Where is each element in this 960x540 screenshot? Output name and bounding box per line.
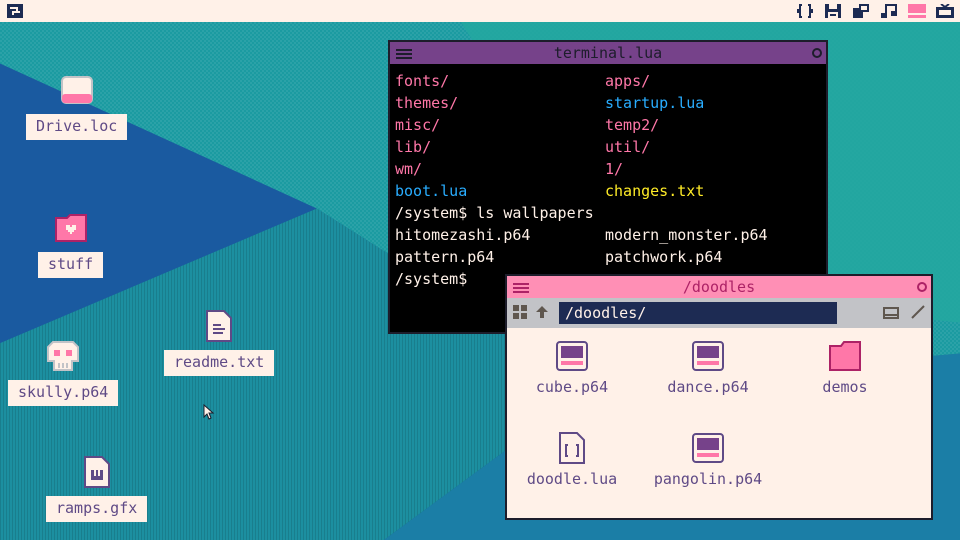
terminal-text: startup.lua (605, 94, 705, 112)
file-label: dance.p64 (667, 378, 749, 396)
terminal-text: lib/ (395, 138, 432, 156)
lua-file-icon (555, 432, 589, 464)
desktop-item-ramps[interactable]: ramps.gfx (46, 456, 148, 522)
terminal-titlebar[interactable]: terminal.lua (390, 42, 826, 64)
terminal-text: changes.txt (605, 182, 705, 200)
terminal-text: 1/ (605, 160, 624, 178)
terminal-text: themes/ (395, 94, 459, 112)
file-item-demos[interactable]: demos (785, 340, 905, 396)
path-input[interactable] (559, 302, 837, 324)
tv-icon[interactable] (936, 3, 954, 19)
terminal-line: pattern.p64 patchwork.p64 (395, 246, 821, 268)
filenav-toolbar (507, 298, 931, 328)
file-item-dance[interactable]: dance.p64 (648, 340, 768, 396)
windows-icon[interactable] (852, 3, 870, 19)
file-label: pangolin.p64 (653, 470, 763, 488)
desktop-item-skully[interactable]: skully.p64 (8, 340, 119, 406)
terminal-text: hitomezashi.p64 (395, 226, 531, 244)
desktop-item-drive[interactable]: Drive.loc (26, 74, 128, 140)
terminal-text: patchwork.p64 (605, 248, 723, 266)
file-item-doodle[interactable]: doodle.lua (512, 432, 632, 488)
terminal-line: lib/util/ (395, 136, 821, 158)
file-item-pangolin[interactable]: pangolin.p64 (648, 432, 768, 488)
terminal-line: boot.lua changes.txt (395, 180, 821, 202)
terminal-text: temp2/ (605, 116, 660, 134)
terminal-text: misc/ (395, 116, 441, 134)
cart-icon (691, 340, 725, 372)
terminal-text: boot.lua (395, 182, 468, 200)
skull-icon (47, 340, 80, 372)
terminal-line: themes/startup.lua (395, 92, 821, 114)
save-icon[interactable] (824, 3, 842, 19)
file-grid: cube.p64 dance.p64 demos doodle.lua pang… (507, 328, 931, 518)
file-navigator-window[interactable]: /doodles cube.p64 (505, 274, 933, 520)
desktop-item-label: ramps.gfx (46, 496, 148, 522)
window-title: terminal.lua (553, 44, 663, 62)
hamburger-menu-icon[interactable] (513, 280, 529, 298)
file-label: doodle.lua (526, 470, 618, 488)
text-file-icon (203, 310, 235, 342)
pencil-icon[interactable] (911, 304, 925, 323)
parent-folder-icon[interactable] (535, 304, 549, 323)
logo-icon[interactable] (6, 3, 24, 19)
close-icon[interactable] (917, 282, 927, 292)
desktop-item-label: readme.txt (164, 350, 275, 376)
terminal-text: modern_monster.p64 (605, 226, 768, 244)
gfx-file-icon (81, 456, 113, 488)
window-title: /doodles (682, 278, 756, 296)
mouse-cursor-icon (203, 403, 215, 424)
grid-view-icon[interactable] (513, 304, 527, 323)
file-label: cube.p64 (535, 378, 609, 396)
file-label: demos (822, 378, 868, 396)
hamburger-menu-icon[interactable] (396, 46, 412, 64)
terminal-text: /system$ ls wallpapers (395, 204, 594, 222)
desktop-item-label: Drive.loc (26, 114, 128, 140)
music-icon[interactable] (880, 3, 898, 19)
heart-folder-icon (54, 212, 87, 244)
terminal-line: misc/temp2/ (395, 114, 821, 136)
terminal-line: hitomezashi.p64 modern_monster.p64 (395, 224, 821, 246)
filenav-titlebar[interactable]: /doodles (507, 276, 931, 298)
terminal-line: /system$ ls wallpapers (395, 202, 821, 224)
terminal-text: fonts/ (395, 72, 450, 90)
terminal-line: fonts/apps/ (395, 70, 821, 92)
desktop-item-label: stuff (38, 252, 104, 278)
code-icon[interactable] (796, 3, 814, 19)
cart-icon (555, 340, 589, 372)
terminal-output[interactable]: fonts/apps/themes/startup.lua misc/temp2/… (390, 64, 826, 296)
desktop-item-readme[interactable]: readme.txt (164, 310, 275, 376)
file-item-cube[interactable]: cube.p64 (512, 340, 632, 396)
paint-icon[interactable] (908, 3, 926, 19)
close-icon[interactable] (812, 48, 822, 58)
terminal-text: wm/ (395, 160, 423, 178)
drive-icon (60, 74, 93, 106)
terminal-text: pattern.p64 (395, 248, 495, 266)
desktop-item-stuff[interactable]: stuff (38, 212, 104, 278)
terminal-line: wm/1/ (395, 158, 821, 180)
save-icon[interactable] (883, 304, 899, 323)
top-menubar (0, 0, 960, 22)
folder-icon (828, 340, 862, 372)
terminal-text: apps/ (605, 72, 651, 90)
desktop-item-label: skully.p64 (8, 380, 119, 406)
terminal-text: util/ (605, 138, 651, 156)
cart-icon (691, 432, 725, 464)
